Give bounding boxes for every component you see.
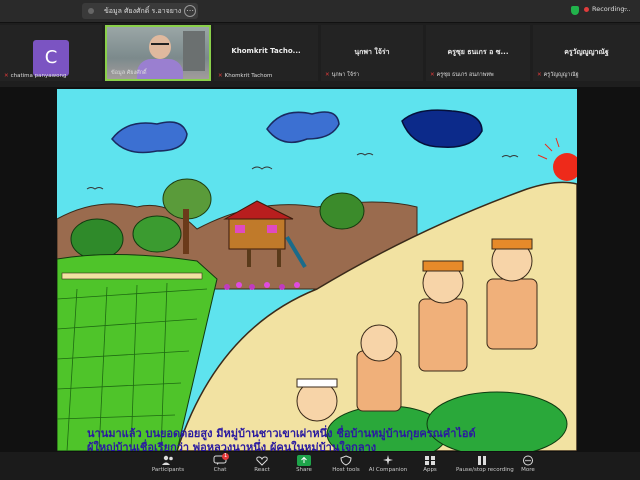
participant-tile[interactable]: นุกพา ใจ้ร่า ✕ นุกพา ใจ้ร่า bbox=[321, 25, 423, 81]
apps-button[interactable]: Apps bbox=[410, 453, 450, 479]
mic-muted-icon: ✕ bbox=[537, 72, 542, 78]
participants-icon bbox=[162, 455, 173, 465]
bush bbox=[426, 391, 568, 451]
participant-display-name: นุกพา ใจ้ร่า bbox=[354, 48, 390, 56]
mic-muted-icon: ✕ bbox=[430, 72, 435, 78]
slide-caption-line2: ผู้ใหญ่บ้านเชื่อเรียกว่า พ่อหลวงนาหนึ่ง … bbox=[87, 439, 376, 451]
sparkle-icon bbox=[383, 455, 393, 465]
participant-name: ครูซุย ธนเกร อนภาพทพ bbox=[436, 72, 494, 78]
react-button[interactable]: React bbox=[242, 453, 282, 479]
share-button[interactable]: Share bbox=[284, 453, 324, 479]
shield-icon bbox=[340, 455, 352, 466]
participant-display-name: ครูวัญญูญาณัฐ bbox=[564, 48, 609, 56]
shared-screen: นานมาแล้ว บนยอดดอยสูง มีหมู่บ้านชาวเขาเผ… bbox=[0, 87, 640, 453]
host-tools-button[interactable]: Host tools bbox=[326, 453, 366, 479]
participant-display-name: Khomkrit Tacho... bbox=[231, 47, 301, 55]
participant-display-name: ครูซุย ธนเกร อ ซ... bbox=[447, 48, 509, 56]
share-icon bbox=[297, 455, 311, 466]
more-icon bbox=[523, 455, 533, 466]
window-title-bar: ข้อมูล ศัยงศักดิ์ ร.อาจยาง ⋯ Recording..… bbox=[0, 0, 640, 23]
tree bbox=[70, 218, 124, 260]
tab-favicon-icon bbox=[88, 8, 94, 14]
storybook-slide: นานมาแล้ว บนยอดดอยสูง มีหมู่บ้านชาวเขาเผ… bbox=[57, 89, 577, 451]
tab-options-icon[interactable]: ⋯ bbox=[184, 5, 196, 17]
minimize-icon[interactable]: – bbox=[623, 4, 628, 14]
mic-muted-icon: ✕ bbox=[218, 73, 223, 79]
chat-button[interactable]: 1 Chat bbox=[200, 453, 240, 479]
fence bbox=[61, 272, 203, 280]
window-tab[interactable]: ข้อมูล ศัยงศักดิ์ ร.อาจยาง bbox=[82, 3, 198, 19]
character bbox=[296, 378, 338, 422]
participant-name: นุกพา ใจ้ร่า bbox=[331, 72, 360, 78]
mic-muted-icon: ✕ bbox=[4, 73, 9, 79]
participant-tile[interactable]: C ✕ chatima panyawong bbox=[0, 25, 102, 81]
participant-name: ข้อมูล ศัยงศักดิ์ bbox=[111, 70, 147, 76]
background-shelf bbox=[183, 31, 205, 71]
participant-name: chatima panyawong bbox=[10, 73, 67, 79]
more-button[interactable]: More bbox=[508, 453, 548, 479]
character bbox=[418, 260, 468, 372]
tree bbox=[132, 215, 182, 253]
participant-tile[interactable]: ครูวัญญูญาณัฐ ✕ ครูวัญญูญาณัฐ bbox=[533, 25, 640, 81]
apps-icon bbox=[425, 456, 435, 465]
character bbox=[486, 238, 538, 350]
pause-icon bbox=[478, 456, 486, 465]
tab-title: ข้อมูล ศัยงศักดิ์ ร.อาจยาง bbox=[104, 7, 182, 15]
mic-muted-icon: ✕ bbox=[325, 72, 330, 78]
chat-badge: 1 bbox=[222, 453, 230, 460]
participant-video-tile[interactable]: ข้อมูล ศัยงศักดิ์ bbox=[105, 25, 211, 81]
character bbox=[356, 324, 402, 412]
pause-recording-button[interactable]: Pause/stop recording bbox=[456, 453, 514, 479]
heart-icon bbox=[256, 456, 268, 466]
participant-tile[interactable]: ครูซุย ธนเกร อ ซ... ✕ ครูซุย ธนเกร อนภาพท… bbox=[426, 25, 530, 81]
slide-caption-line1: นานมาแล้ว บนยอดดอยสูง มีหมู่บ้านชาวเขาเผ… bbox=[87, 425, 476, 441]
avatar: C bbox=[33, 40, 69, 76]
ai-companion-button[interactable]: AI Companion bbox=[368, 453, 408, 479]
participants-button[interactable]: Participants bbox=[148, 453, 188, 479]
participant-name: Khomkrit Tachom bbox=[224, 73, 273, 79]
participant-tile[interactable]: Khomkrit Tacho... ✕ Khomkrit Tachom bbox=[214, 25, 318, 81]
meeting-toolbar: Participants 1 Chat React Share Host too… bbox=[0, 452, 640, 480]
participant-strip: C ✕ chatima panyawong ข้อมูล ศัยงศักดิ์ K… bbox=[0, 23, 640, 87]
tree bbox=[319, 192, 365, 230]
participant-name: ครูวัญญูญาณัฐ bbox=[543, 72, 579, 78]
shield-icon[interactable] bbox=[571, 6, 579, 15]
